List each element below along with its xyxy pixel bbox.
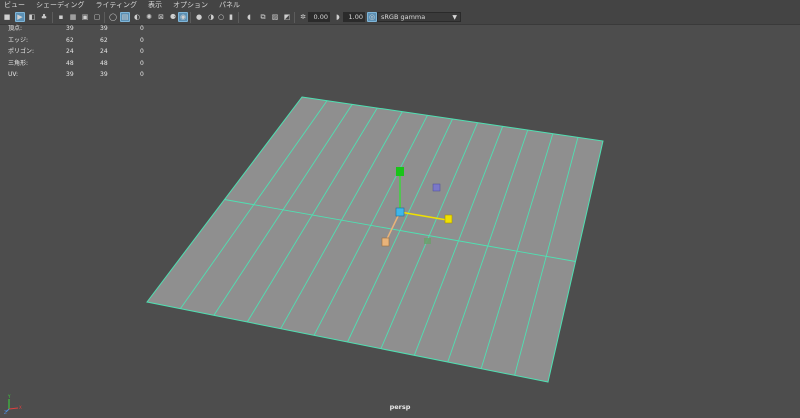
motion-blur-icon[interactable]: ◖ (244, 12, 254, 22)
backface-culling-icon[interactable]: ◑ (206, 12, 216, 22)
manip-xy-plane-handle[interactable] (432, 183, 441, 192)
manip-y-handle[interactable] (396, 167, 404, 176)
chevron-down-icon: ▼ (452, 14, 457, 21)
textured-icon[interactable]: ✺ (144, 12, 154, 22)
viewport-persp[interactable]: ビュー シェーディング ライティング 表示 オプション パネル ■ ▶ ◧ ♣ … (0, 0, 800, 418)
menu-options[interactable]: オプション (173, 0, 208, 10)
screen-space-ao-icon[interactable]: ▮ (226, 12, 236, 22)
exposure-icon[interactable]: ✲ (298, 12, 308, 22)
select-camera-icon[interactable]: ▶ (15, 12, 25, 22)
hud-row-verts: 頂点: 39 39 0 (8, 25, 144, 32)
menu-show[interactable]: 表示 (148, 0, 162, 10)
bounding-box-icon[interactable]: ◐ (132, 12, 142, 22)
camera-name-label: persp (389, 403, 411, 411)
film-gate-icon[interactable]: ▣ (80, 12, 90, 22)
menu-lighting[interactable]: ライティング (96, 0, 137, 10)
hud-row-uvs: UV: 39 39 0 (8, 71, 144, 78)
hud-row-faces: ポリゴン: 24 24 0 (8, 48, 144, 55)
color-management-icon[interactable]: ◎ (367, 12, 377, 22)
resolution-gate-icon[interactable]: ▢ (92, 12, 102, 22)
exposure-field[interactable]: 0.00 (308, 12, 330, 22)
gate-mask-icon[interactable]: ◩ (282, 12, 292, 22)
menu-shading[interactable]: シェーディング (36, 0, 85, 10)
xray-joints-icon[interactable]: ● (194, 12, 204, 22)
menu-view[interactable]: ビュー (4, 0, 25, 10)
use-all-lights-icon[interactable]: ⊠ (156, 12, 166, 22)
isolate-select-icon[interactable]: ○ (216, 12, 226, 22)
manip-x-handle[interactable] (444, 214, 453, 224)
plane-mesh[interactable] (147, 97, 603, 382)
bookmark-icon[interactable]: ♣ (39, 12, 49, 22)
panel-menu-bar: ビュー シェーディング ライティング 表示 オプション パネル (0, 0, 800, 10)
color-space-dropdown[interactable]: sRGB gamma ▼ (377, 12, 461, 22)
grid-icon[interactable]: ▦ (68, 12, 78, 22)
depth-of-field-icon[interactable]: ▨ (270, 12, 280, 22)
manip-center-handle[interactable] (395, 207, 405, 217)
shadows-icon[interactable]: ⚈ (168, 12, 178, 22)
gamma-icon[interactable]: ◗ (333, 12, 343, 22)
manip-xz-plane-handle[interactable] (424, 238, 431, 244)
image-plane-icon[interactable]: ▪ (56, 12, 66, 22)
anti-alias-icon[interactable]: ⧉ (258, 12, 268, 22)
wireframe-icon[interactable]: ◯ (108, 12, 118, 22)
hud-row-edges: エッジ: 62 62 0 (8, 36, 144, 44)
color-space-value: sRGB gamma (381, 13, 426, 21)
camera-icon[interactable]: ■ (2, 12, 12, 22)
poly-count-hud: 頂点: 39 39 0 エッジ: 62 62 0 ポリゴン: 24 24 0 三… (8, 23, 158, 81)
hud-row-tris: 三角形: 48 48 0 (8, 59, 144, 67)
gamma-field[interactable]: 1.00 (343, 12, 365, 22)
camera-attributes-icon[interactable]: ◧ (27, 12, 37, 22)
manip-z-handle[interactable] (381, 237, 390, 247)
smooth-shade-icon[interactable]: ▤ (120, 12, 130, 22)
axis-y-label: Y (7, 394, 11, 399)
menu-panels[interactable]: パネル (219, 0, 240, 10)
xray-icon[interactable]: ◉ (178, 12, 188, 22)
